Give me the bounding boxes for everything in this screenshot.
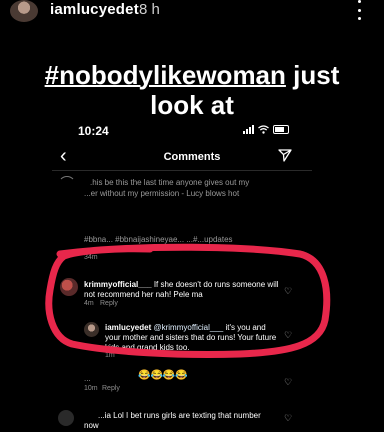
like-heart-icon[interactable]: ♡ — [284, 413, 292, 424]
battery-icon — [273, 125, 289, 134]
like-heart-icon[interactable]: ♡ — [284, 330, 292, 341]
reply-time: 1m — [105, 352, 115, 359]
replier-avatar[interactable] — [84, 322, 99, 337]
status-bar-time: 10:24 — [78, 124, 109, 138]
comments-title: Comments — [163, 151, 221, 163]
commenter-avatar[interactable] — [58, 410, 74, 426]
caption-hashtag[interactable]: #nobodylikewoman — [45, 60, 286, 90]
caption-text: just — [285, 60, 340, 90]
status-bar-icons — [243, 125, 289, 134]
reply-link[interactable]: Reply — [102, 385, 120, 392]
like-heart-icon[interactable]: ♡ — [284, 286, 292, 297]
story-timestamp: 8 h — [139, 1, 160, 18]
comment-time: 4m — [84, 300, 94, 307]
reply-text: kids and grand kids too. — [105, 343, 190, 352]
story-caption-line2: look at — [150, 90, 234, 120]
comment-avatar[interactable] — [58, 176, 76, 194]
comment-username[interactable]: krimmyofficial___ — [84, 280, 152, 289]
comment-text: ...er without my permission - Lucy blows… — [84, 189, 240, 198]
nav-divider — [52, 170, 312, 171]
comment-text: If she doesn't do runs someone will — [151, 280, 279, 289]
reply-text: it's you and — [223, 323, 266, 332]
comment-hashtags: #bbna... #bbnaijashineyae... ...#...upda… — [84, 235, 233, 244]
reply-link[interactable]: Reply — [100, 300, 118, 307]
reply-mention[interactable]: @krimmyofficial___ — [153, 323, 223, 332]
story-username[interactable]: iamlucyedet — [50, 1, 139, 18]
commenter-avatar[interactable] — [60, 278, 78, 296]
comment-meta: 34m — [84, 254, 98, 261]
comment-emojis: 😂😂😂😂 — [138, 370, 188, 381]
comment-text: ...ia Lol I bet runs girls are texting t… — [98, 411, 261, 420]
reply-username[interactable]: iamlucyedet — [105, 323, 151, 332]
more-options-icon[interactable] — [355, 0, 363, 20]
comment-text: now — [84, 421, 99, 430]
comment-time: 10m — [84, 385, 98, 392]
comment-username[interactable]: ... — [84, 373, 91, 384]
like-heart-icon[interactable]: ♡ — [284, 377, 292, 388]
comment-text: not recommend her nah! Pele ma — [84, 290, 203, 299]
story-avatar[interactable] — [10, 0, 38, 22]
send-icon[interactable] — [278, 149, 292, 162]
comment-text: .his be this the last time anyone gives … — [90, 178, 250, 187]
story-caption-line1: #nobodylikewoman just — [0, 60, 384, 90]
wifi-icon — [258, 125, 269, 134]
signal-icon — [243, 125, 254, 134]
